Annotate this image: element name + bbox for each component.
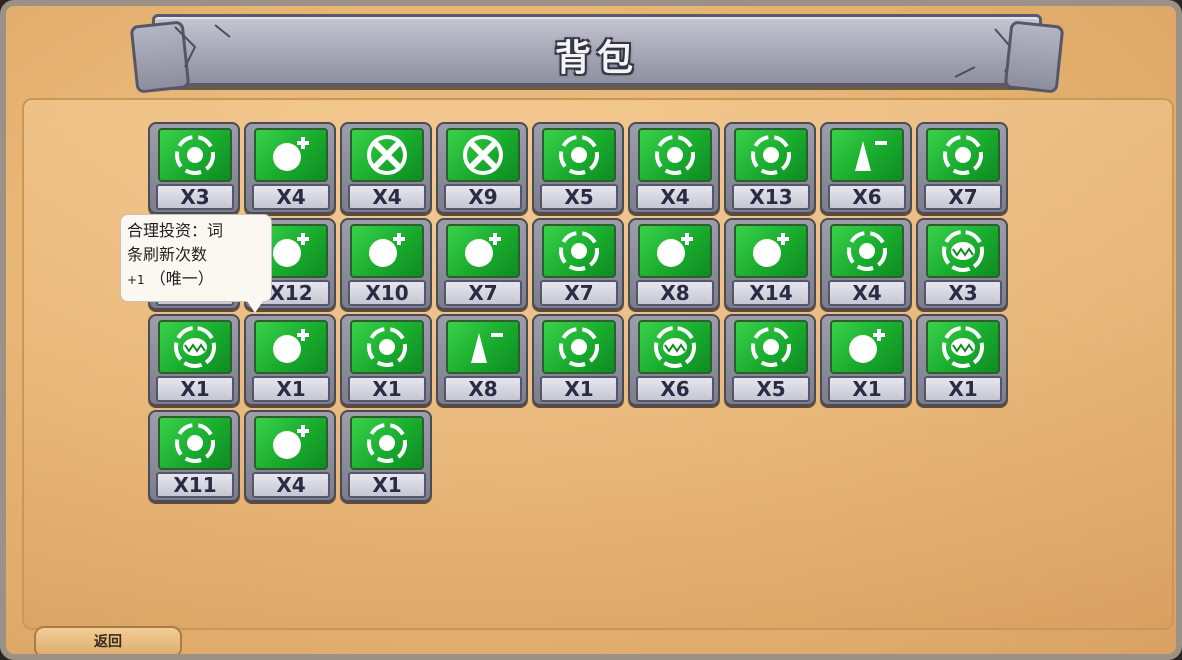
item-count: X6 <box>828 184 906 210</box>
water-drop-icon <box>542 320 616 374</box>
hatching-egg-icon <box>734 128 808 182</box>
inventory-slot[interactable]: X1 <box>340 314 432 406</box>
gift-tree-icon <box>350 416 424 470</box>
hedgehog-plus-icon <box>446 224 520 278</box>
inventory-slot[interactable]: X9 <box>436 122 528 214</box>
inventory-slot[interactable]: X8 <box>436 314 528 406</box>
circle-plus-icon <box>254 320 328 374</box>
cards-icon <box>926 128 1000 182</box>
item-count: X1 <box>252 376 330 402</box>
item-count: X4 <box>252 472 330 498</box>
item-count: X1 <box>540 376 618 402</box>
compass-sun-icon <box>158 416 232 470</box>
apple-plus-icon <box>254 416 328 470</box>
inventory-slot[interactable]: X5 <box>532 122 624 214</box>
dragon-eye-icon <box>158 128 232 182</box>
inventory-slot[interactable]: X6 <box>820 122 912 214</box>
item-count: X6 <box>636 376 714 402</box>
inventory-slot[interactable]: X10 <box>340 218 432 310</box>
inventory-slot[interactable]: X4 <box>820 218 912 310</box>
item-count: X10 <box>348 280 426 306</box>
item-count: X4 <box>252 184 330 210</box>
tooltip-line-2: 条刷新次数 <box>127 245 208 264</box>
egg-plus-icon <box>254 128 328 182</box>
inventory-slot[interactable]: X1 <box>148 314 240 406</box>
inventory-slot[interactable]: X3 <box>916 218 1008 310</box>
fang-eye-icon <box>638 320 712 374</box>
cracked-egg-icon <box>638 128 712 182</box>
chick-plus-icon <box>350 224 424 278</box>
hand-minus-icon <box>830 128 904 182</box>
inventory-slot[interactable]: X11 <box>148 410 240 502</box>
item-count: X7 <box>924 184 1002 210</box>
item-count: X1 <box>924 376 1002 402</box>
inventory-slot[interactable]: X14 <box>724 218 816 310</box>
item-count: X8 <box>444 376 522 402</box>
inventory-slot[interactable]: X4 <box>628 122 720 214</box>
item-tooltip: 合理投资：词 条刷新次数 +1 （唯一） <box>120 214 272 313</box>
inventory-slot[interactable]: X4 <box>244 410 336 502</box>
page-title: 背包 <box>554 38 639 79</box>
inventory-slot[interactable]: X1 <box>244 314 336 406</box>
inventory-slot[interactable]: X7 <box>916 122 1008 214</box>
item-count: X7 <box>444 280 522 306</box>
inventory-slot[interactable]: X7 <box>436 218 528 310</box>
inventory-slot[interactable]: X8 <box>628 218 720 310</box>
inventory-slot[interactable]: X4 <box>244 122 336 214</box>
item-count: X7 <box>540 280 618 306</box>
inventory-slot[interactable]: X1 <box>532 314 624 406</box>
item-count: X5 <box>540 184 618 210</box>
tree-minus-icon <box>446 320 520 374</box>
tooltip-line-3: +1 （唯一） <box>127 267 265 292</box>
crosshair-ring-icon <box>350 128 424 182</box>
back-button[interactable]: 返回 <box>34 626 182 654</box>
tooltip-bonus-value: +1 <box>127 273 145 287</box>
item-count: X5 <box>732 376 810 402</box>
item-count: X13 <box>732 184 810 210</box>
item-count: X4 <box>828 280 906 306</box>
target-plus-icon <box>734 224 808 278</box>
item-count: X8 <box>636 280 714 306</box>
twin-eggs-icon <box>734 320 808 374</box>
inventory-slot[interactable]: X13 <box>724 122 816 214</box>
monster-mouth-icon <box>158 320 232 374</box>
item-count: X14 <box>732 280 810 306</box>
inventory-window: 背包 X3X4X4X9X5X4X13X6X7X?X12X10X7X7X8X14X… <box>0 0 1182 660</box>
inventory-slot[interactable]: X1 <box>916 314 1008 406</box>
inventory-slot[interactable]: X1 <box>820 314 912 406</box>
tooltip-line-1: 合理投资：词 <box>127 221 224 240</box>
item-count: X3 <box>156 184 234 210</box>
monster-mouth-icon <box>926 224 1000 278</box>
fan-icon <box>830 224 904 278</box>
hedgehog-icon <box>542 224 616 278</box>
dragon-swirl-icon <box>542 128 616 182</box>
inventory-slot[interactable]: X4 <box>340 122 432 214</box>
item-count: X1 <box>156 376 234 402</box>
inventory-slot[interactable]: X1 <box>340 410 432 502</box>
inventory-slot[interactable]: X6 <box>628 314 720 406</box>
item-count: X1 <box>348 472 426 498</box>
tooltip-unique-tag: （唯一） <box>149 269 214 288</box>
item-count: X1 <box>348 376 426 402</box>
inventory-slot[interactable]: X5 <box>724 314 816 406</box>
zero-ring-icon <box>350 320 424 374</box>
item-count: X9 <box>444 184 522 210</box>
item-count: X3 <box>924 280 1002 306</box>
apple-plus-icon <box>638 224 712 278</box>
item-count: X1 <box>828 376 906 402</box>
double-plus-icon <box>830 320 904 374</box>
inventory-slot[interactable]: X7 <box>532 218 624 310</box>
inventory-slot[interactable]: X3 <box>148 122 240 214</box>
crossed-bones-icon <box>446 128 520 182</box>
item-count: X4 <box>348 184 426 210</box>
monster-mouth-icon <box>926 320 1000 374</box>
item-count: X11 <box>156 472 234 498</box>
title-banner: 背包 <box>152 14 1042 86</box>
item-count: X4 <box>636 184 714 210</box>
